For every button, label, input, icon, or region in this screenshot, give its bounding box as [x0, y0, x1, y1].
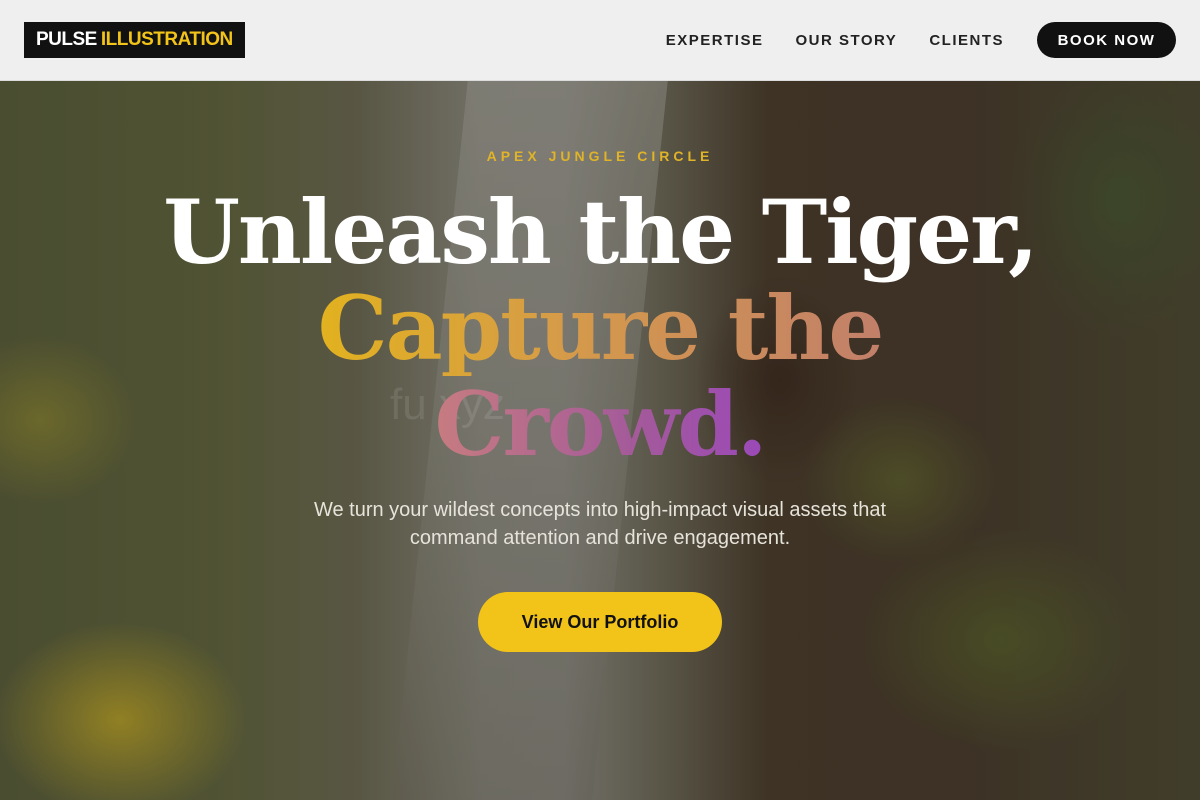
- nav-link-expertise[interactable]: EXPERTISE: [666, 32, 764, 49]
- hero-eyebrow: APEX JUNGLE CIRCLE: [486, 148, 714, 164]
- main-nav: EXPERTISE OUR STORY CLIENTS: [666, 0, 1004, 80]
- headline-line-1: Unleash the Tiger,: [163, 180, 1039, 284]
- headline-line-3-wrap: Crowd.: [0, 376, 1200, 472]
- nav-link-our-story[interactable]: OUR STORY: [795, 32, 897, 49]
- headline-line-2-wrap: Capture the: [0, 280, 1200, 376]
- headline-line-2: Capture the: [317, 276, 885, 380]
- book-now-button[interactable]: BOOK NOW: [1037, 22, 1176, 58]
- hero-headline: Unleash the Tiger, Capture the Crowd.: [0, 184, 1200, 472]
- nav-link-clients[interactable]: CLIENTS: [929, 32, 1004, 49]
- logo[interactable]: PULSE ILLUSTRATION: [24, 22, 245, 58]
- view-portfolio-button[interactable]: View Our Portfolio: [478, 592, 722, 652]
- logo-word-illustration: ILLUSTRATION: [100, 29, 233, 50]
- logo-word-pulse: PULSE: [36, 29, 97, 50]
- site-header: PULSE ILLUSTRATION EXPERTISE OUR STORY C…: [0, 0, 1200, 81]
- hero-section: APEX JUNGLE CIRCLE fu xyz Unleash the Ti…: [0, 80, 1200, 800]
- headline-line-1-wrap: Unleash the Tiger,: [0, 184, 1200, 280]
- headline-line-3: Crowd.: [434, 372, 767, 476]
- hero-subtitle: We turn your wildest concepts into high-…: [313, 499, 887, 549]
